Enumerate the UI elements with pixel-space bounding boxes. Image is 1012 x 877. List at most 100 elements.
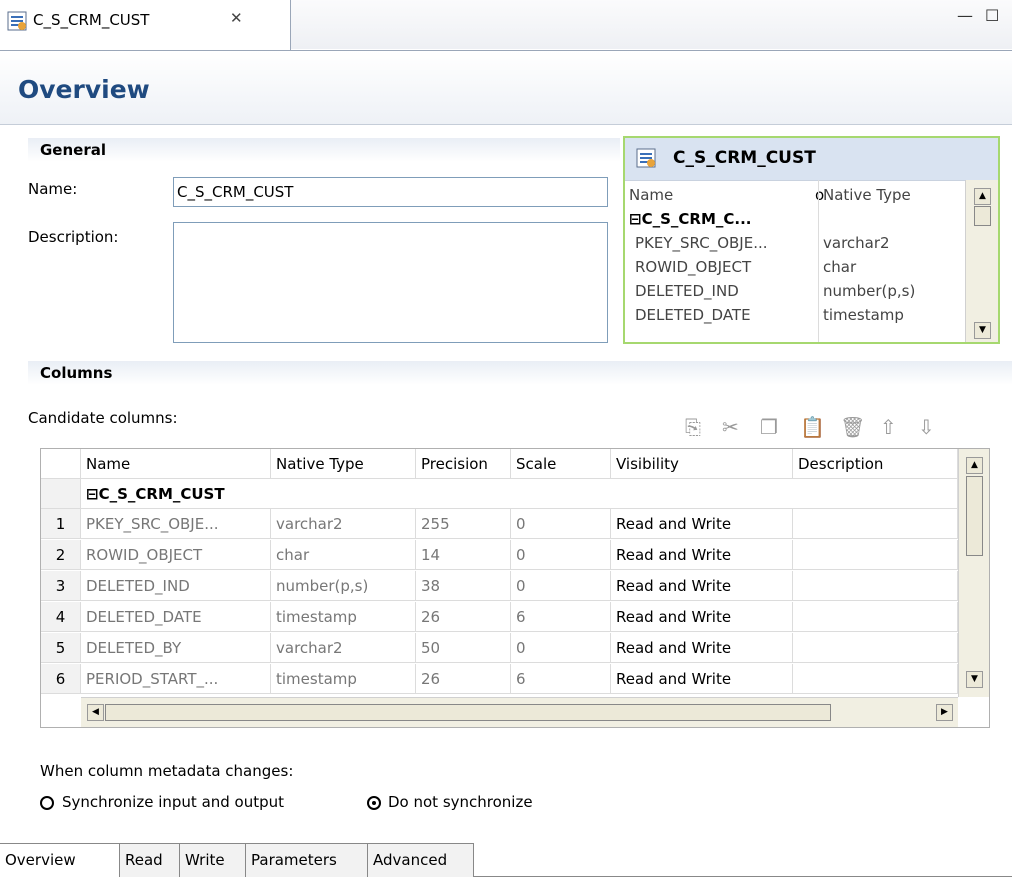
table-group-row[interactable]: ⊟C_S_CRM_CUST xyxy=(81,479,958,509)
data-object-icon xyxy=(636,148,656,168)
group-label: ⊟C_S_CRM_C... xyxy=(629,210,752,228)
table-cell-description[interactable] xyxy=(793,571,958,601)
table-cell-visibility[interactable]: Read and Write xyxy=(611,633,793,663)
column-header-name[interactable]: Name xyxy=(81,449,271,479)
header-divider xyxy=(0,124,1012,125)
maximize-icon[interactable]: ☐ xyxy=(985,6,999,25)
data-object-icon xyxy=(7,11,27,31)
move-down-icon[interactable]: ⇩ xyxy=(918,415,935,439)
table-cell-name[interactable]: PKEY_SRC_OBJE... xyxy=(81,509,271,539)
close-icon[interactable]: ✕ xyxy=(230,9,243,27)
table-cell-description[interactable] xyxy=(793,664,958,694)
column-header-precision[interactable]: Precision xyxy=(416,449,511,479)
table-cell-type[interactable]: char xyxy=(271,540,416,570)
column-header-native-type[interactable]: Native Type xyxy=(271,449,416,479)
table-vertical-scrollbar[interactable]: ▲ ▼ xyxy=(958,449,989,697)
description-field[interactable] xyxy=(173,222,608,343)
row-number-header xyxy=(41,449,81,479)
table-cell-visibility[interactable]: Read and Write xyxy=(611,540,793,570)
column-header-description[interactable]: Description xyxy=(793,449,958,479)
table-cell-visibility[interactable]: Read and Write xyxy=(611,664,793,694)
table-cell-description[interactable] xyxy=(793,540,958,570)
scroll-left-icon[interactable]: ◀ xyxy=(87,704,104,721)
scroll-right-icon[interactable]: ▶ xyxy=(936,704,953,721)
row-number-cell: 3 xyxy=(41,571,81,601)
tab-write[interactable]: Write xyxy=(180,843,246,877)
table-cell-precision[interactable]: 26 xyxy=(416,602,511,632)
schema-preview-row[interactable]: PKEY_SRC_OBJE... varchar2 xyxy=(625,232,963,255)
schema-preview-scrollbar[interactable]: ▲ ▼ xyxy=(965,180,998,342)
table-cell-visibility[interactable]: Read and Write xyxy=(611,509,793,539)
table-cell-name[interactable]: DELETED_DATE xyxy=(81,602,271,632)
table-cell-scale[interactable]: 0 xyxy=(511,540,611,570)
radio-do-not-synchronize-label[interactable]: Do not synchronize xyxy=(388,793,533,811)
cut-icon[interactable]: ✂ xyxy=(722,415,739,439)
table-cell-description[interactable] xyxy=(793,509,958,539)
column-header-scale[interactable]: Scale xyxy=(511,449,611,479)
name-field[interactable]: C_S_CRM_CUST xyxy=(173,177,608,207)
table-cell-description[interactable] xyxy=(793,633,958,663)
row-type: varchar2 xyxy=(823,234,890,252)
table-cell-scale[interactable]: 0 xyxy=(511,571,611,601)
scroll-thumb[interactable] xyxy=(105,704,831,721)
table-cell-name[interactable]: PERIOD_START_... xyxy=(81,664,271,694)
row-number-cell xyxy=(41,479,81,509)
table-cell-scale[interactable]: 0 xyxy=(511,633,611,663)
radio-synchronize-label[interactable]: Synchronize input and output xyxy=(62,793,284,811)
schema-preview-row[interactable]: ROWID_OBJECT char xyxy=(625,256,963,279)
minimize-icon[interactable]: — xyxy=(957,6,973,25)
table-cell-visibility[interactable]: Read and Write xyxy=(611,602,793,632)
table-cell-precision[interactable]: 255 xyxy=(416,509,511,539)
column-header-visibility[interactable]: Visibility xyxy=(611,449,793,479)
scroll-thumb[interactable] xyxy=(966,476,983,556)
table-cell-description[interactable] xyxy=(793,602,958,632)
table-cell-type[interactable]: timestamp xyxy=(271,664,416,694)
editor-tab[interactable]: C_S_CRM_CUST ✕ xyxy=(0,0,291,50)
row-name: PKEY_SRC_OBJE... xyxy=(635,234,768,252)
table-cell-name[interactable]: DELETED_BY xyxy=(81,633,271,663)
table-cell-scale[interactable]: 6 xyxy=(511,664,611,694)
editor-tab-strip: C_S_CRM_CUST ✕ — ☐ xyxy=(0,0,1012,51)
table-cell-scale[interactable]: 0 xyxy=(511,509,611,539)
tab-read[interactable]: Read xyxy=(120,843,180,877)
table-cell-type[interactable]: number(p,s) xyxy=(271,571,416,601)
row-number-cell: 5 xyxy=(41,633,81,663)
schema-preview-header: C_S_CRM_CUST xyxy=(625,138,998,181)
tab-overview[interactable]: Overview xyxy=(0,843,120,877)
scroll-up-icon[interactable]: ▲ xyxy=(966,457,983,474)
tab-parameters[interactable]: Parameters xyxy=(246,843,368,877)
table-cell-precision[interactable]: 26 xyxy=(416,664,511,694)
table-cell-precision[interactable]: 50 xyxy=(416,633,511,663)
table-cell-name[interactable]: ROWID_OBJECT xyxy=(81,540,271,570)
general-section-header: General xyxy=(28,138,620,162)
new-icon[interactable]: ⎘ xyxy=(685,415,701,439)
table-cell-type[interactable]: varchar2 xyxy=(271,509,416,539)
schema-preview-group-row[interactable]: ⊟C_S_CRM_C... xyxy=(625,208,963,231)
table-horizontal-scrollbar[interactable]: ◀ ▶ xyxy=(81,697,958,727)
table-cell-precision[interactable]: 14 xyxy=(416,540,511,570)
copy-icon[interactable]: ❐ xyxy=(760,415,778,439)
tab-advanced[interactable]: Advanced xyxy=(368,843,474,877)
radio-do-not-synchronize[interactable] xyxy=(367,796,381,810)
scroll-thumb[interactable] xyxy=(974,206,991,226)
scroll-down-icon[interactable]: ▼ xyxy=(966,671,983,688)
table-cell-scale[interactable]: 6 xyxy=(511,602,611,632)
schema-preview-column-headers: Name o Native Type xyxy=(625,184,963,207)
schema-preview-row[interactable]: DELETED_IND number(p,s) xyxy=(625,280,963,303)
row-name: DELETED_IND xyxy=(635,282,739,300)
table-cell-precision[interactable]: 38 xyxy=(416,571,511,601)
paste-icon[interactable]: 📋 xyxy=(800,415,825,439)
table-cell-name[interactable]: DELETED_IND xyxy=(81,571,271,601)
radio-synchronize[interactable] xyxy=(40,796,54,810)
scroll-down-icon[interactable]: ▼ xyxy=(974,322,991,339)
schema-preview-row[interactable]: DELETED_DATE timestamp xyxy=(625,304,963,327)
row-type: timestamp xyxy=(823,306,904,324)
row-number-cell: 2 xyxy=(41,540,81,570)
move-up-icon[interactable]: ⇧ xyxy=(880,415,897,439)
column-divider xyxy=(818,180,819,342)
table-cell-visibility[interactable]: Read and Write xyxy=(611,571,793,601)
delete-icon[interactable]: 🗑 xyxy=(840,415,865,439)
table-cell-type[interactable]: varchar2 xyxy=(271,633,416,663)
scroll-up-icon[interactable]: ▲ xyxy=(974,188,991,205)
table-cell-type[interactable]: timestamp xyxy=(271,602,416,632)
